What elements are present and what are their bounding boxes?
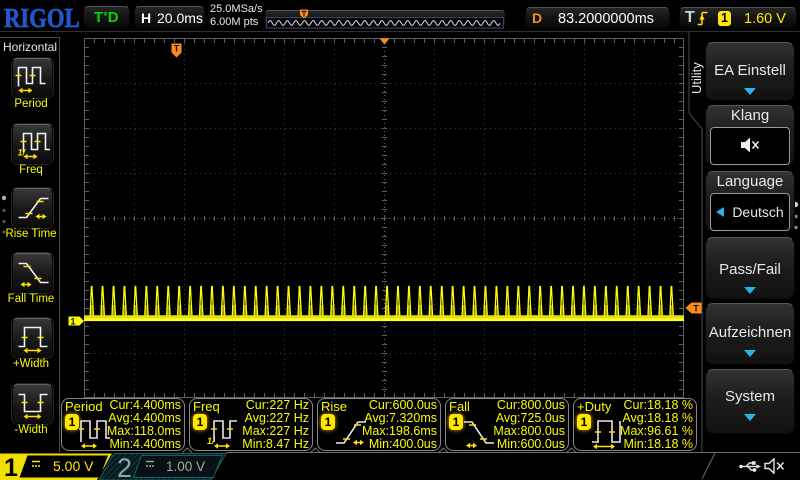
svg-text:T: T	[174, 44, 180, 54]
svg-text:1: 1	[70, 317, 75, 327]
svg-text:1.00 V: 1.00 V	[166, 459, 205, 474]
svg-text:2: 2	[117, 453, 132, 480]
svg-text:Utility: Utility	[689, 62, 704, 94]
svg-text:1: 1	[4, 454, 18, 480]
svg-text:5.00 V: 5.00 V	[53, 458, 94, 474]
svg-text:T: T	[693, 304, 699, 314]
